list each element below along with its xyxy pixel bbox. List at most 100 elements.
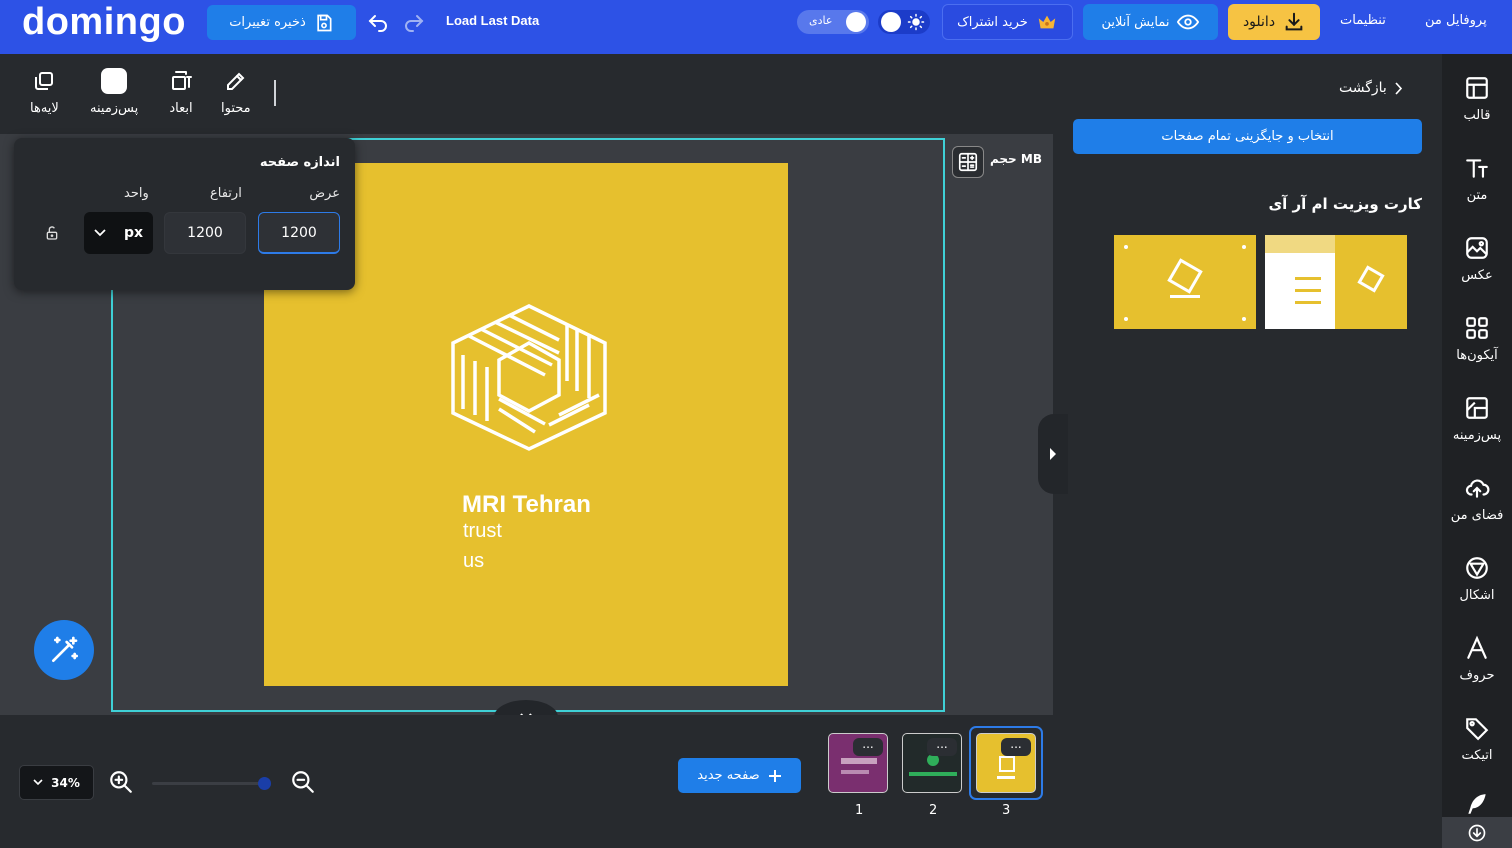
- sidebar-item-label: اتیکت: [1461, 748, 1493, 763]
- chevron-down-icon: [33, 779, 43, 786]
- magic-wand-icon: [52, 636, 78, 662]
- tool-background-label: پس‌زمینه: [90, 101, 139, 116]
- sidebar-item-shapes[interactable]: اشکال: [1442, 554, 1512, 603]
- zoom-slider-track[interactable]: [152, 782, 267, 785]
- mode-toggle[interactable]: عادی: [797, 10, 869, 34]
- redo-icon[interactable]: [402, 10, 426, 34]
- sidebar-item-letters[interactable]: حروف: [1442, 634, 1512, 683]
- load-last-data-link[interactable]: Load Last Data: [446, 13, 539, 28]
- page-more-button[interactable]: ...: [927, 738, 957, 756]
- shapes-icon: [1463, 554, 1491, 582]
- unit-value: px: [123, 225, 143, 241]
- panel-collapse-button[interactable]: [1038, 414, 1068, 494]
- download-label: دانلود: [1242, 14, 1276, 30]
- cloud-upload-icon: [1463, 474, 1491, 502]
- subscribe-label: خرید اشتراک: [957, 14, 1028, 30]
- page-number-3: 3: [1002, 803, 1011, 818]
- tool-dimensions[interactable]: ابعاد: [168, 68, 194, 116]
- new-page-label: صفحه جدید: [697, 768, 760, 783]
- back-link[interactable]: بازگشت: [1339, 80, 1403, 96]
- tool-background[interactable]: پس‌زمینه: [90, 68, 138, 116]
- theme-toggle[interactable]: [878, 10, 930, 34]
- new-page-button[interactable]: صفحه جدید: [678, 758, 801, 793]
- profile-link[interactable]: پروفایل من: [1425, 13, 1487, 28]
- template-panel: [1053, 54, 1442, 848]
- page-more-button[interactable]: ...: [853, 738, 883, 756]
- tool-layers[interactable]: لایه‌ها: [30, 68, 59, 116]
- toggle-knob: [846, 12, 866, 32]
- page-thumbnail-3[interactable]: ...: [976, 733, 1036, 793]
- tool-layers-label: لایه‌ها: [30, 101, 59, 116]
- icons-grid-icon: [1463, 314, 1491, 342]
- sidebar-scroll-down[interactable]: [1442, 817, 1512, 848]
- toolbar-divider: [274, 80, 276, 106]
- select-replace-all-button[interactable]: انتخاب و جایگزینی تمام صفحات: [1073, 119, 1422, 154]
- preview-label: نمایش آنلاین: [1101, 14, 1170, 30]
- tool-dimensions-label: ابعاد: [169, 101, 193, 116]
- sidebar-item-label: آیکون‌ها: [1456, 348, 1498, 363]
- text-icon: [1463, 154, 1491, 182]
- zoom-out-icon[interactable]: [290, 769, 316, 795]
- chevron-right-icon: [1050, 448, 1056, 460]
- toggle-knob: [881, 12, 901, 32]
- sidebar-item-icons[interactable]: آیکون‌ها: [1442, 314, 1512, 363]
- back-label: بازگشت: [1339, 80, 1387, 96]
- zoom-select[interactable]: 34%: [19, 765, 94, 800]
- sun-icon: [907, 13, 925, 31]
- unit-label: واحد: [124, 186, 149, 201]
- page-thumbnail-1[interactable]: ...: [828, 733, 888, 793]
- page-size-panel: اندازه صفحه عرض ارتفاع واحد 1200 1200 px: [14, 138, 355, 290]
- sidebar-item-background[interactable]: پس‌زمینه: [1442, 394, 1512, 443]
- sidebar-item-template[interactable]: قالب: [1442, 74, 1512, 123]
- plus-icon: [768, 769, 781, 782]
- magic-wand-button[interactable]: [34, 620, 94, 680]
- zoom-in-icon[interactable]: [108, 769, 134, 795]
- sidebar-item-more[interactable]: [1442, 790, 1512, 818]
- resize-icon: [168, 68, 194, 94]
- template-icon: [1463, 74, 1491, 102]
- arrow-down-circle-icon: [1468, 824, 1486, 841]
- color-swatch-icon: [101, 68, 128, 94]
- settings-link[interactable]: تنظیمات: [1340, 13, 1386, 28]
- download-icon: [1285, 12, 1303, 31]
- page-number-1: 1: [855, 803, 864, 818]
- editor-toolbar: [0, 54, 1053, 134]
- crown-icon: [1038, 15, 1056, 29]
- calculator-button[interactable]: [952, 146, 984, 178]
- undo-icon[interactable]: [366, 10, 390, 34]
- template-card-back[interactable]: [1265, 235, 1407, 329]
- unlock-icon[interactable]: [44, 225, 60, 241]
- app-logo[interactable]: domingo: [22, 1, 186, 44]
- download-button[interactable]: دانلود: [1228, 4, 1320, 40]
- height-input[interactable]: 1200: [164, 212, 246, 254]
- sidebar-item-my-space[interactable]: فضای من: [1442, 474, 1512, 523]
- feather-icon: [1463, 790, 1491, 818]
- edit-icon: [223, 68, 249, 94]
- tool-content-label: محتوا: [221, 101, 251, 116]
- calculator-icon: [958, 152, 978, 172]
- background-icon: [1463, 394, 1491, 422]
- page-number-2: 2: [929, 803, 938, 818]
- sidebar-item-text[interactable]: متن: [1442, 154, 1512, 203]
- buy-subscription-button[interactable]: خرید اشتراک: [942, 4, 1073, 40]
- zoom-slider-handle[interactable]: [258, 777, 271, 790]
- template-card-front[interactable]: [1114, 235, 1256, 329]
- sidebar-item-sticker[interactable]: اتیکت: [1442, 714, 1512, 763]
- unit-select[interactable]: px: [84, 212, 153, 254]
- sidebar-item-label: پس‌زمینه: [1452, 428, 1502, 443]
- width-label: عرض: [309, 186, 340, 201]
- page-thumbnail-2[interactable]: ...: [902, 733, 962, 793]
- sidebar-item-label: متن: [1466, 188, 1488, 203]
- online-preview-button[interactable]: نمایش آنلاین: [1083, 4, 1218, 40]
- page-size-title: اندازه صفحه: [259, 155, 340, 170]
- save-icon: [317, 14, 332, 31]
- sidebar-item-label: حروف: [1459, 668, 1495, 683]
- zoom-value: 34%: [51, 775, 80, 790]
- height-label: ارتفاع: [210, 186, 242, 201]
- sidebar-item-image[interactable]: عکس: [1442, 234, 1512, 283]
- page-more-button[interactable]: ...: [1001, 738, 1031, 756]
- width-input[interactable]: 1200: [258, 212, 340, 254]
- save-changes-button[interactable]: ذخیره تغییرات: [207, 5, 356, 40]
- save-label: ذخیره تغییرات: [229, 15, 306, 30]
- tool-content[interactable]: محتوا: [221, 68, 251, 116]
